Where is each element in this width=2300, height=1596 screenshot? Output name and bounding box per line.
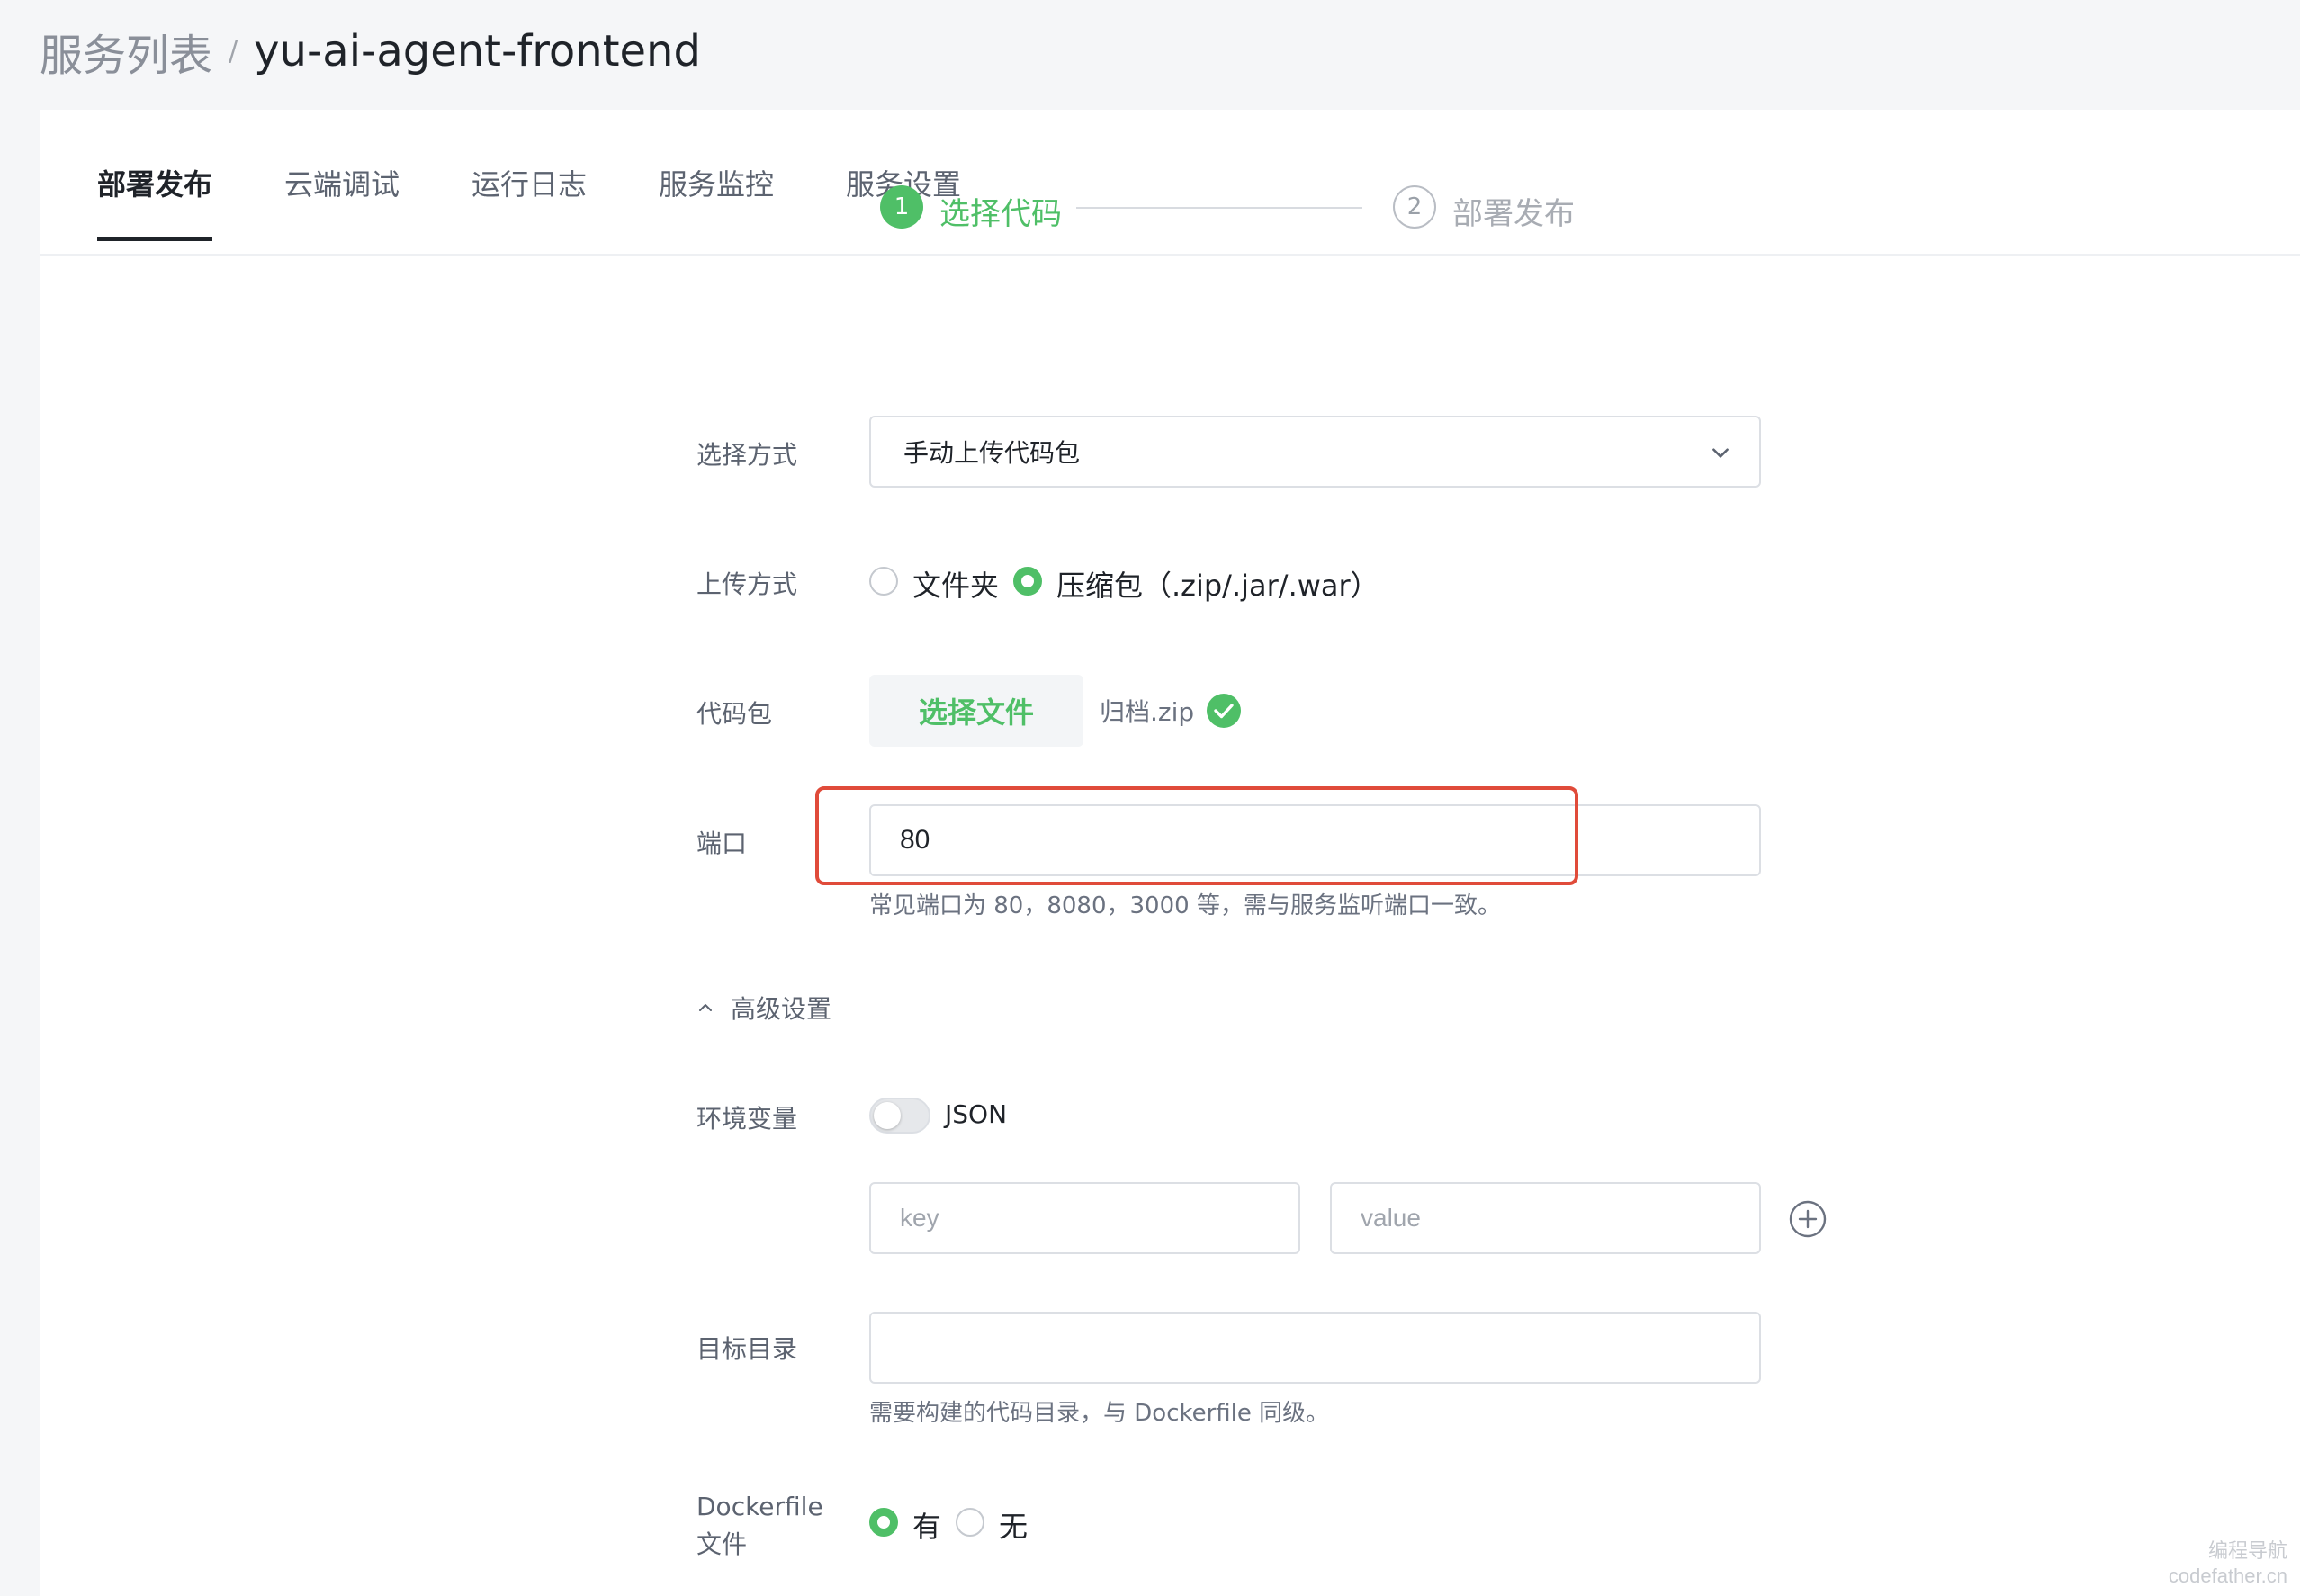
watermark-line2: codefather.cn [2168,1565,2287,1587]
method-select[interactable]: 手动上传代码包 [869,416,1761,488]
json-mode-switch[interactable] [869,1098,930,1134]
method-label: 选择方式 [696,440,798,470]
radio-folder-label[interactable]: 文件夹 [912,563,999,605]
json-mode-label: JSON [945,1099,1008,1129]
target-dir-input[interactable] [869,1312,1761,1384]
check-circle-icon [1207,694,1241,728]
steps: 1 选择代码 2 部署发布 [840,185,1596,232]
method-select-value: 手动上传代码包 [903,438,1081,468]
tab-logs[interactable]: 运行日志 [472,162,587,239]
tab-bar: 部署发布 云端调试 运行日志 服务监控 服务设置 [40,110,2300,256]
dockerfile-label: Dockerfile 文件 [696,1488,823,1564]
add-circle-icon[interactable] [1789,1200,1827,1238]
tab-monitor[interactable]: 服务监控 [659,162,774,239]
chevron-up-icon [699,1004,712,1011]
watermark: 编程导航 codefather.cn [2169,1538,2287,1589]
port-label: 端口 [696,829,748,858]
selected-file-name: 归档.zip [1100,697,1195,727]
radio-dockerfile-no-label[interactable]: 无 [999,1504,1028,1546]
radio-dockerfile-no[interactable] [956,1508,984,1537]
breadcrumb-parent-link[interactable]: 服务列表 [40,20,212,83]
port-highlight-box [815,786,1578,885]
env-label: 环境变量 [696,1104,798,1134]
radio-archive-label[interactable]: 压缩包（.zip/.jar/.war） [1056,563,1379,605]
package-label: 代码包 [696,699,773,729]
advanced-settings-label: 高级设置 [731,994,832,1024]
target-dir-label: 目标目录 [696,1334,798,1364]
tab-deploy[interactable]: 部署发布 [97,162,213,241]
step-2-indicator: 2 [1393,185,1436,229]
tab-cloud-debug[interactable]: 云端调试 [284,162,400,239]
step-connector [1076,207,1362,209]
port-hint: 常见端口为 80，8080，3000 等，需与服务监听端口一致。 [869,892,1501,919]
radio-archive[interactable] [1013,567,1042,596]
breadcrumb-separator: / [229,35,238,67]
target-dir-hint: 需要构建的代码目录，与 Dockerfile 同级。 [869,1400,1330,1427]
step-1-indicator: 1 [880,185,923,229]
choose-file-button[interactable]: 选择文件 [869,675,1083,747]
radio-dockerfile-yes[interactable] [869,1508,898,1537]
switch-knob [874,1102,901,1129]
page-title: yu-ai-agent-frontend [254,26,701,76]
breadcrumb: 服务列表 / yu-ai-agent-frontend [40,20,701,83]
watermark-line1: 编程导航 [2207,1539,2287,1562]
dockerfile-label-line1: Dockerfile [696,1492,823,1521]
upload-method-label: 上传方式 [696,569,798,599]
chevron-down-icon [1712,448,1729,458]
env-key-input[interactable]: key [869,1182,1300,1254]
radio-dockerfile-yes-label[interactable]: 有 [912,1504,941,1546]
radio-folder[interactable] [869,567,898,596]
env-value-input[interactable]: value [1330,1182,1761,1254]
step-1-label: 选择代码 [939,196,1062,232]
step-2-label: 部署发布 [1452,196,1575,232]
advanced-settings-toggle[interactable]: 高级设置 [696,990,831,1026]
dockerfile-label-line2: 文件 [696,1529,748,1559]
